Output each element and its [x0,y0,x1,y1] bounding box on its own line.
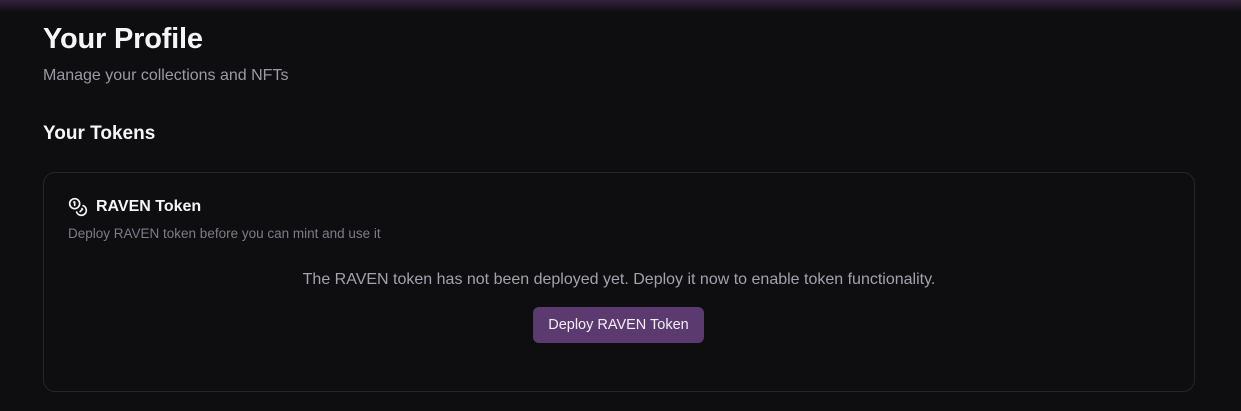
not-deployed-message: The RAVEN token has not been deployed ye… [302,271,936,288]
raven-token-card: RAVEN Token Deploy RAVEN token before yo… [43,172,1195,392]
card-title: RAVEN Token [96,198,202,215]
page-title: Your Profile [43,23,203,55]
tokens-section-title: Your Tokens [43,123,156,144]
card-header: RAVEN Token [68,197,201,217]
page-subtitle: Manage your collections and NFTs [43,67,289,84]
card-description: Deploy RAVEN token before you can mint a… [68,226,381,241]
profile-page: Your Profile Manage your collections and… [43,20,1195,392]
deploy-raven-token-button[interactable]: Deploy RAVEN Token [533,307,704,343]
coins-icon [68,197,88,217]
top-gradient-bar [0,0,1241,12]
